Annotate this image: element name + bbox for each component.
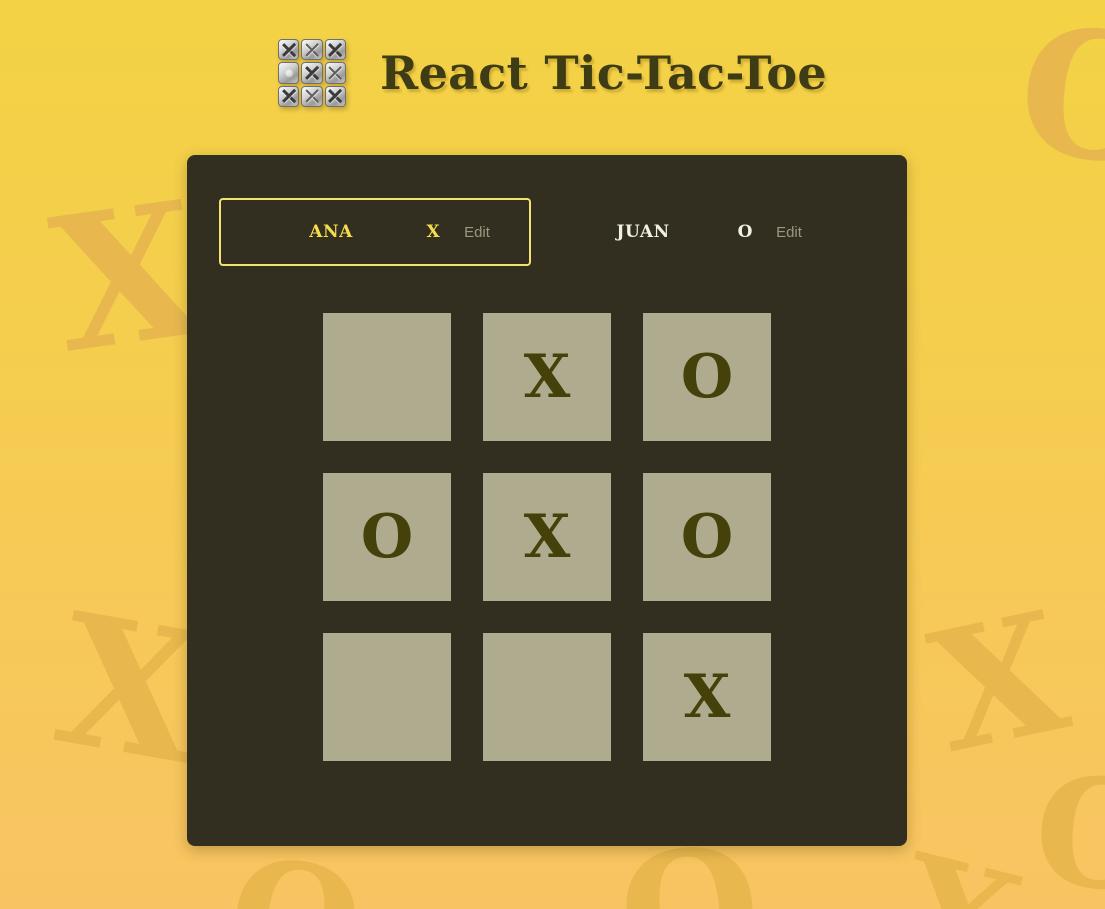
watermark-x-icon: X — [916, 573, 1082, 791]
board-cell-button-2-1[interactable] — [483, 633, 611, 761]
board-cell — [323, 313, 451, 441]
board-cell-button-2-0[interactable] — [323, 633, 451, 761]
player-symbol: X — [426, 222, 440, 242]
logo-tile-dot — [284, 68, 294, 78]
board-cell: O — [643, 313, 771, 441]
watermark-o-icon: O — [218, 824, 372, 909]
board-cell: X — [643, 633, 771, 761]
game-board: XOOXOX — [219, 313, 875, 761]
board-cell-button-0-1[interactable]: X — [483, 313, 611, 441]
logo-tile-x-icon — [301, 62, 323, 84]
logo-tile-x-icon — [324, 39, 347, 61]
board-cell-button-0-2[interactable]: O — [643, 313, 771, 441]
app-header: React Tic-Tac-Toe — [0, 0, 1105, 115]
player-1: ANA X Edit — [219, 198, 531, 266]
logo-tile-x-icon — [301, 39, 323, 61]
board-cell: X — [483, 473, 611, 601]
game-panel: ANA X Edit JUAN O Edit XOOXOX — [187, 155, 907, 846]
watermark-o-icon: O — [1029, 742, 1105, 909]
player-name: JUAN — [616, 222, 670, 242]
board-cell-button-2-2[interactable]: X — [643, 633, 771, 761]
logo-tile-x-icon — [301, 85, 323, 107]
logo-tile-x-icon — [278, 85, 300, 107]
board-cell — [483, 633, 611, 761]
watermark-x-icon: X — [40, 159, 213, 395]
board-cell: O — [323, 473, 451, 601]
logo-tile-o-icon — [278, 62, 300, 84]
page-root: React Tic-Tac-Toe ANA X Edit JUAN O Edit XOOX… — [0, 0, 1105, 846]
tictactoe-grid-icon — [278, 39, 347, 107]
logo-tile-x-icon — [278, 39, 300, 61]
board-cell-button-1-1[interactable]: X — [483, 473, 611, 601]
edit-player-button[interactable]: Edit — [460, 222, 494, 243]
watermark-x-icon: X — [880, 821, 1036, 909]
player-name: ANA — [309, 222, 353, 242]
player-2: JUAN O Edit — [531, 198, 843, 266]
board-cell-button-1-2[interactable]: O — [643, 473, 771, 601]
board-row: X — [323, 633, 771, 761]
player-symbol: O — [737, 222, 753, 242]
board-cell: O — [643, 473, 771, 601]
player-list: ANA X Edit JUAN O Edit — [219, 198, 875, 266]
board-cell: X — [483, 313, 611, 441]
board-cell-button-0-0[interactable] — [323, 313, 451, 441]
edit-player-button[interactable]: Edit — [772, 222, 806, 243]
logo-tile-x-icon — [324, 85, 347, 107]
board-cell — [323, 633, 451, 761]
logo-tile-x-icon — [324, 62, 347, 84]
board-row: OXO — [323, 473, 771, 601]
page-title: React Tic-Tac-Toe — [380, 46, 827, 100]
board-cell-button-1-0[interactable]: O — [323, 473, 451, 601]
board-row: XO — [323, 313, 771, 441]
